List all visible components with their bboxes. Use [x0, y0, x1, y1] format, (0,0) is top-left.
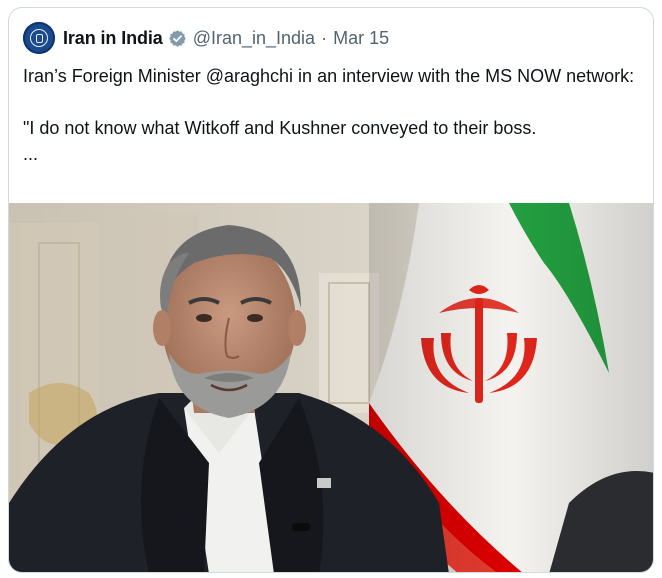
separator: ·: [321, 27, 328, 48]
interview-photo: [9, 203, 653, 572]
handle[interactable]: @Iran_in_India: [193, 28, 315, 49]
tweet-card[interactable]: Iran in India @Iran_in_India · Mar 15 Ir…: [8, 7, 654, 573]
tweet-date[interactable]: Mar 15: [333, 28, 389, 49]
tweet-header: Iran in India @Iran_in_India · Mar 15: [23, 22, 389, 54]
show-more[interactable]: ...: [23, 141, 643, 167]
display-name[interactable]: Iran in India: [63, 28, 163, 49]
tweet-media-photo[interactable]: [9, 203, 653, 572]
tweet-text-line-2: "I do not know what Witkoff and Kushner …: [23, 118, 537, 138]
tweet-text: Iran’s Foreign Minister @araghchi in an …: [23, 63, 643, 167]
tweet-text-line-1: Iran’s Foreign Minister @araghchi in an …: [23, 66, 635, 86]
verified-badge-icon: [168, 29, 187, 48]
avatar[interactable]: [23, 22, 55, 54]
embassy-emblem-icon: [30, 29, 48, 47]
